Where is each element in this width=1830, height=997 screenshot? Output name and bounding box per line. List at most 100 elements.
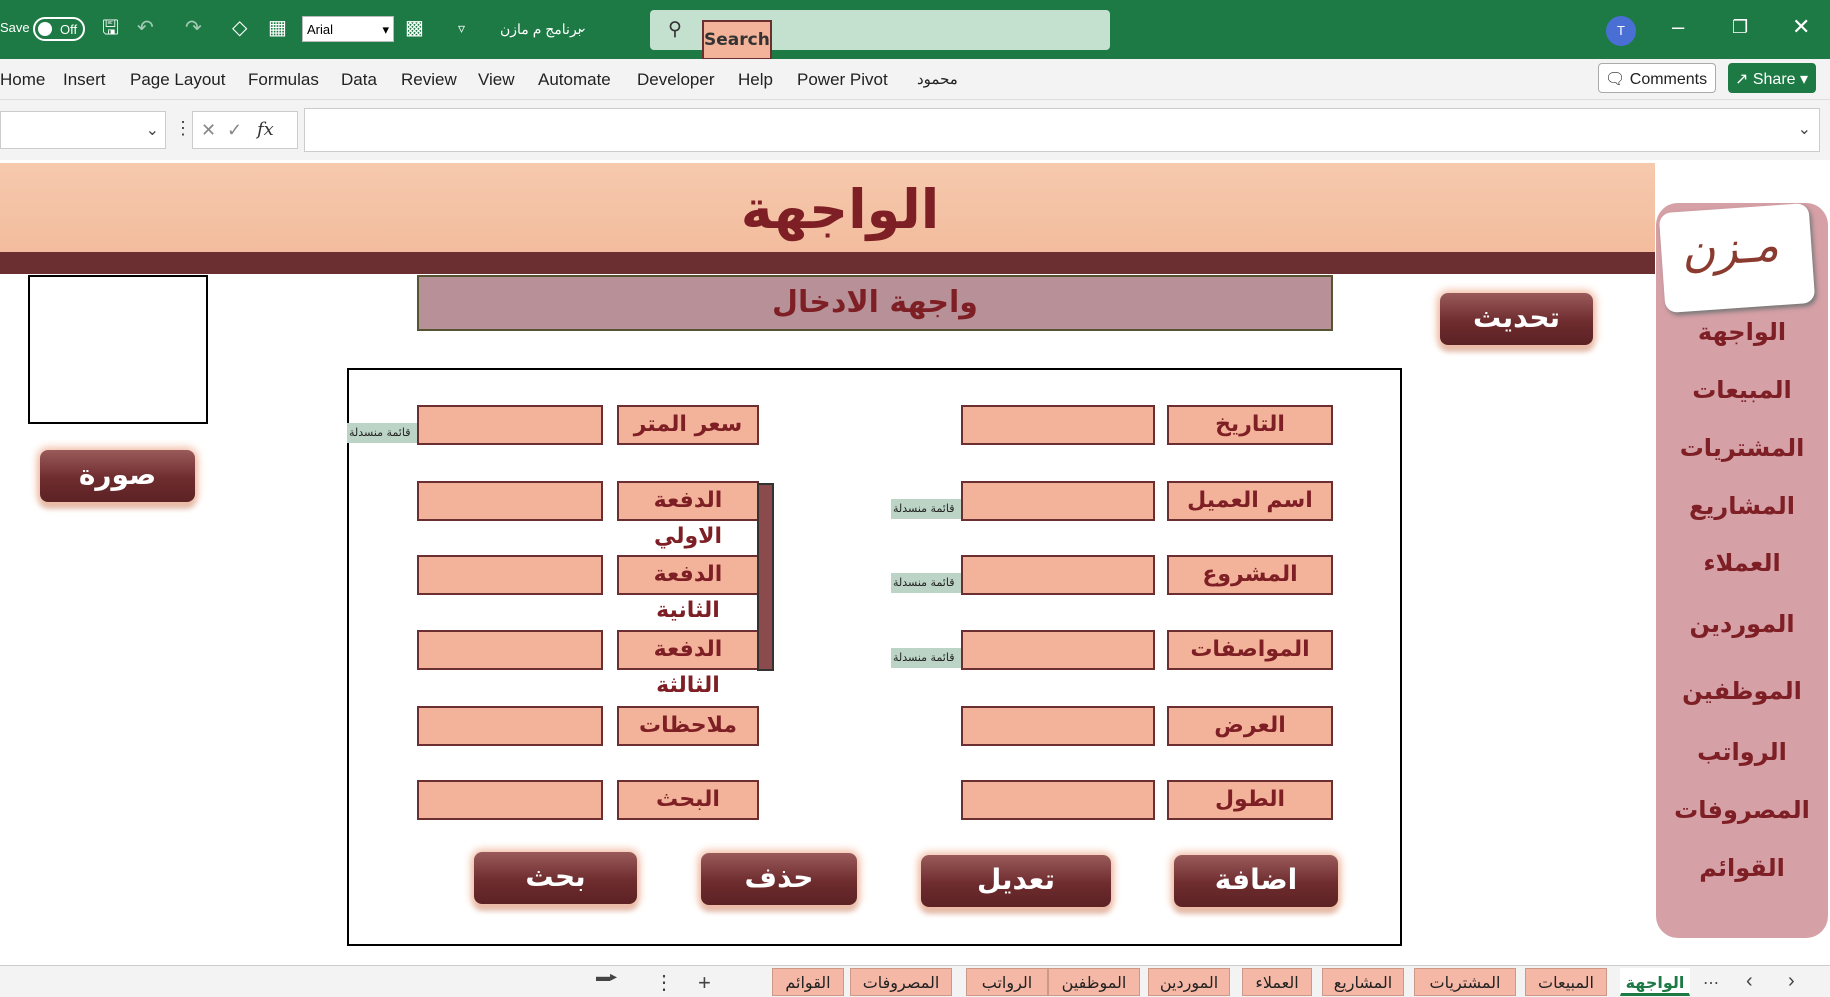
customer-name-field[interactable] bbox=[961, 481, 1155, 521]
width-field[interactable] bbox=[961, 706, 1155, 746]
tab-automate[interactable]: Automate bbox=[538, 70, 611, 90]
sheet-tab-suppliers[interactable]: الموردين bbox=[1148, 968, 1230, 996]
page-title: الواجهة bbox=[740, 178, 940, 241]
chevron-left-icon[interactable]: ‹ bbox=[1746, 970, 1753, 993]
sheet-tab-interface[interactable]: الواجهة bbox=[1620, 968, 1690, 996]
notes-field[interactable] bbox=[417, 706, 603, 746]
label-specifications: المواصفات bbox=[1167, 630, 1333, 670]
tab-developer[interactable]: Developer bbox=[637, 70, 715, 90]
formula-input[interactable]: ⌄ bbox=[304, 108, 1820, 152]
workbook-name[interactable]: برنامج م مازن bbox=[500, 21, 582, 38]
cancel-icon[interactable]: ✕ bbox=[201, 120, 216, 141]
sidebar-item-customers[interactable]: العملاء bbox=[1656, 549, 1828, 577]
tab-home[interactable]: Home bbox=[0, 70, 45, 90]
add-sheet-icon[interactable]: + bbox=[698, 970, 711, 996]
autosave-state: Off bbox=[60, 22, 78, 37]
name-box[interactable]: ⌄ bbox=[0, 111, 166, 149]
sidebar-item-purchases[interactable]: المشتريات bbox=[1656, 434, 1828, 462]
chevron-down-icon[interactable]: ⌄ bbox=[146, 120, 159, 140]
more-sheets-icon[interactable]: ⋯ bbox=[1703, 973, 1719, 993]
photo-button[interactable]: صورة bbox=[40, 450, 195, 502]
first-payment-field[interactable] bbox=[417, 481, 603, 521]
sidebar-item-employees[interactable]: الموظفين bbox=[1656, 677, 1828, 705]
redo-icon[interactable]: ↷ bbox=[185, 18, 202, 38]
check-icon[interactable]: ✓ bbox=[227, 120, 242, 141]
chevron-right-icon[interactable]: › bbox=[1788, 970, 1795, 993]
sidebar-item-lists[interactable]: القوائم bbox=[1656, 854, 1828, 882]
expand-icon[interactable]: ⌄ bbox=[1798, 119, 1811, 139]
refresh-button[interactable]: تحديث bbox=[1440, 293, 1593, 345]
share-icon: ↗ bbox=[1735, 71, 1753, 88]
search-field[interactable] bbox=[417, 780, 603, 820]
sheet-tab-purchases[interactable]: المشتريات bbox=[1414, 968, 1516, 996]
eraser-icon[interactable]: ◇ bbox=[232, 18, 247, 38]
tab-power-pivot[interactable]: Power Pivot bbox=[797, 70, 888, 90]
more-options-icon[interactable]: ⋮ bbox=[654, 970, 674, 995]
tab-review[interactable]: Review bbox=[401, 70, 457, 90]
length-field[interactable] bbox=[961, 780, 1155, 820]
search-button[interactable]: بحث bbox=[474, 852, 637, 904]
customize-icon[interactable]: ▿ bbox=[458, 18, 465, 38]
sidebar-item-salaries[interactable]: الرواتب bbox=[1656, 738, 1828, 766]
dropdown-note: قائمة منسدلة bbox=[891, 573, 961, 593]
insert-function-button[interactable]: fx bbox=[257, 119, 274, 140]
undo-icon[interactable]: ↶ bbox=[137, 18, 154, 38]
autosave-toggle[interactable]: Off bbox=[33, 17, 85, 41]
scroll-handle-icon[interactable]: ▬▸ bbox=[596, 968, 617, 985]
comments-button[interactable]: 🗨 Comments bbox=[1598, 63, 1716, 93]
font-name-box[interactable]: Arial ▾ bbox=[302, 16, 394, 42]
sidebar-item-sales[interactable]: المبيعات bbox=[1656, 376, 1828, 404]
table-icon[interactable]: ▦ bbox=[268, 18, 287, 38]
save-icon[interactable]: 🖫 bbox=[102, 18, 119, 38]
close-icon[interactable]: ✕ bbox=[1792, 14, 1810, 40]
label-second-payment: الدفعة الثانية bbox=[617, 555, 759, 623]
sidebar-item-expenses[interactable]: المصروفات bbox=[1656, 796, 1828, 824]
sheet-tab-expenses[interactable]: المصروفات bbox=[850, 968, 952, 996]
tab-custom[interactable]: محمود bbox=[917, 70, 958, 88]
sidebar-item-interface[interactable]: الواجهة bbox=[1656, 318, 1828, 346]
sheet-tab-projects[interactable]: المشاريع bbox=[1322, 968, 1404, 996]
minimize-icon[interactable]: – bbox=[1672, 14, 1684, 40]
tab-insert[interactable]: Insert bbox=[63, 70, 106, 90]
sheet-tab-employees[interactable]: الموظفين bbox=[1048, 968, 1140, 996]
chevron-down-icon[interactable]: ⌄ bbox=[576, 19, 588, 36]
add-button[interactable]: اضافة bbox=[1174, 855, 1338, 907]
tab-help[interactable]: Help bbox=[738, 70, 773, 90]
label-search: البحث bbox=[617, 780, 759, 820]
tab-view[interactable]: View bbox=[478, 70, 515, 90]
share-button[interactable]: ↗ Share ▾ bbox=[1728, 63, 1816, 93]
dropdown-note: قائمة منسدلة bbox=[891, 648, 961, 668]
more-options-icon[interactable]: ⋮ bbox=[174, 118, 192, 139]
font-name: Arial bbox=[307, 22, 334, 37]
tab-formulas[interactable]: Formulas bbox=[248, 70, 319, 90]
avatar[interactable]: T bbox=[1606, 16, 1636, 46]
sheet-tab-customers[interactable]: العملاء bbox=[1242, 968, 1312, 996]
third-payment-field[interactable] bbox=[417, 630, 603, 670]
restore-icon[interactable]: ❐ bbox=[1732, 17, 1748, 38]
edit-button[interactable]: تعديل bbox=[921, 855, 1111, 907]
sheet-tab-salaries[interactable]: الرواتب bbox=[966, 968, 1048, 996]
search-box[interactable]: ⚲ Search bbox=[650, 10, 1110, 60]
sheet-tab-lists[interactable]: القوائم bbox=[772, 968, 844, 996]
date-field[interactable] bbox=[961, 405, 1155, 445]
formula-controls: ✕ ✓ fx bbox=[192, 111, 298, 149]
label-third-payment: الدفعة الثالثة bbox=[617, 630, 759, 698]
project-field[interactable] bbox=[961, 555, 1155, 595]
sidebar-item-projects[interactable]: المشاريع bbox=[1656, 492, 1828, 520]
price-per-meter-field[interactable] bbox=[417, 405, 603, 445]
comments-label: Comments bbox=[1629, 71, 1708, 88]
format-icon[interactable]: ▩ bbox=[405, 18, 424, 38]
search-icon: ⚲ bbox=[668, 19, 682, 40]
specifications-field[interactable] bbox=[961, 630, 1155, 670]
sheet-tab-sales[interactable]: المبيعات bbox=[1525, 968, 1607, 996]
label-project: المشروع bbox=[1167, 555, 1333, 595]
comment-icon: 🗨 bbox=[1605, 71, 1630, 88]
tab-page-layout[interactable]: Page Layout bbox=[130, 70, 225, 90]
delete-button[interactable]: حذف bbox=[701, 853, 857, 905]
tab-data[interactable]: Data bbox=[341, 70, 377, 90]
sidebar-item-suppliers[interactable]: الموردين bbox=[1656, 610, 1828, 638]
second-payment-field[interactable] bbox=[417, 555, 603, 595]
search-placeholder: Search bbox=[702, 20, 772, 60]
label-customer-name: اسم العميل bbox=[1167, 481, 1333, 521]
chevron-down-icon: ▾ bbox=[382, 22, 389, 37]
